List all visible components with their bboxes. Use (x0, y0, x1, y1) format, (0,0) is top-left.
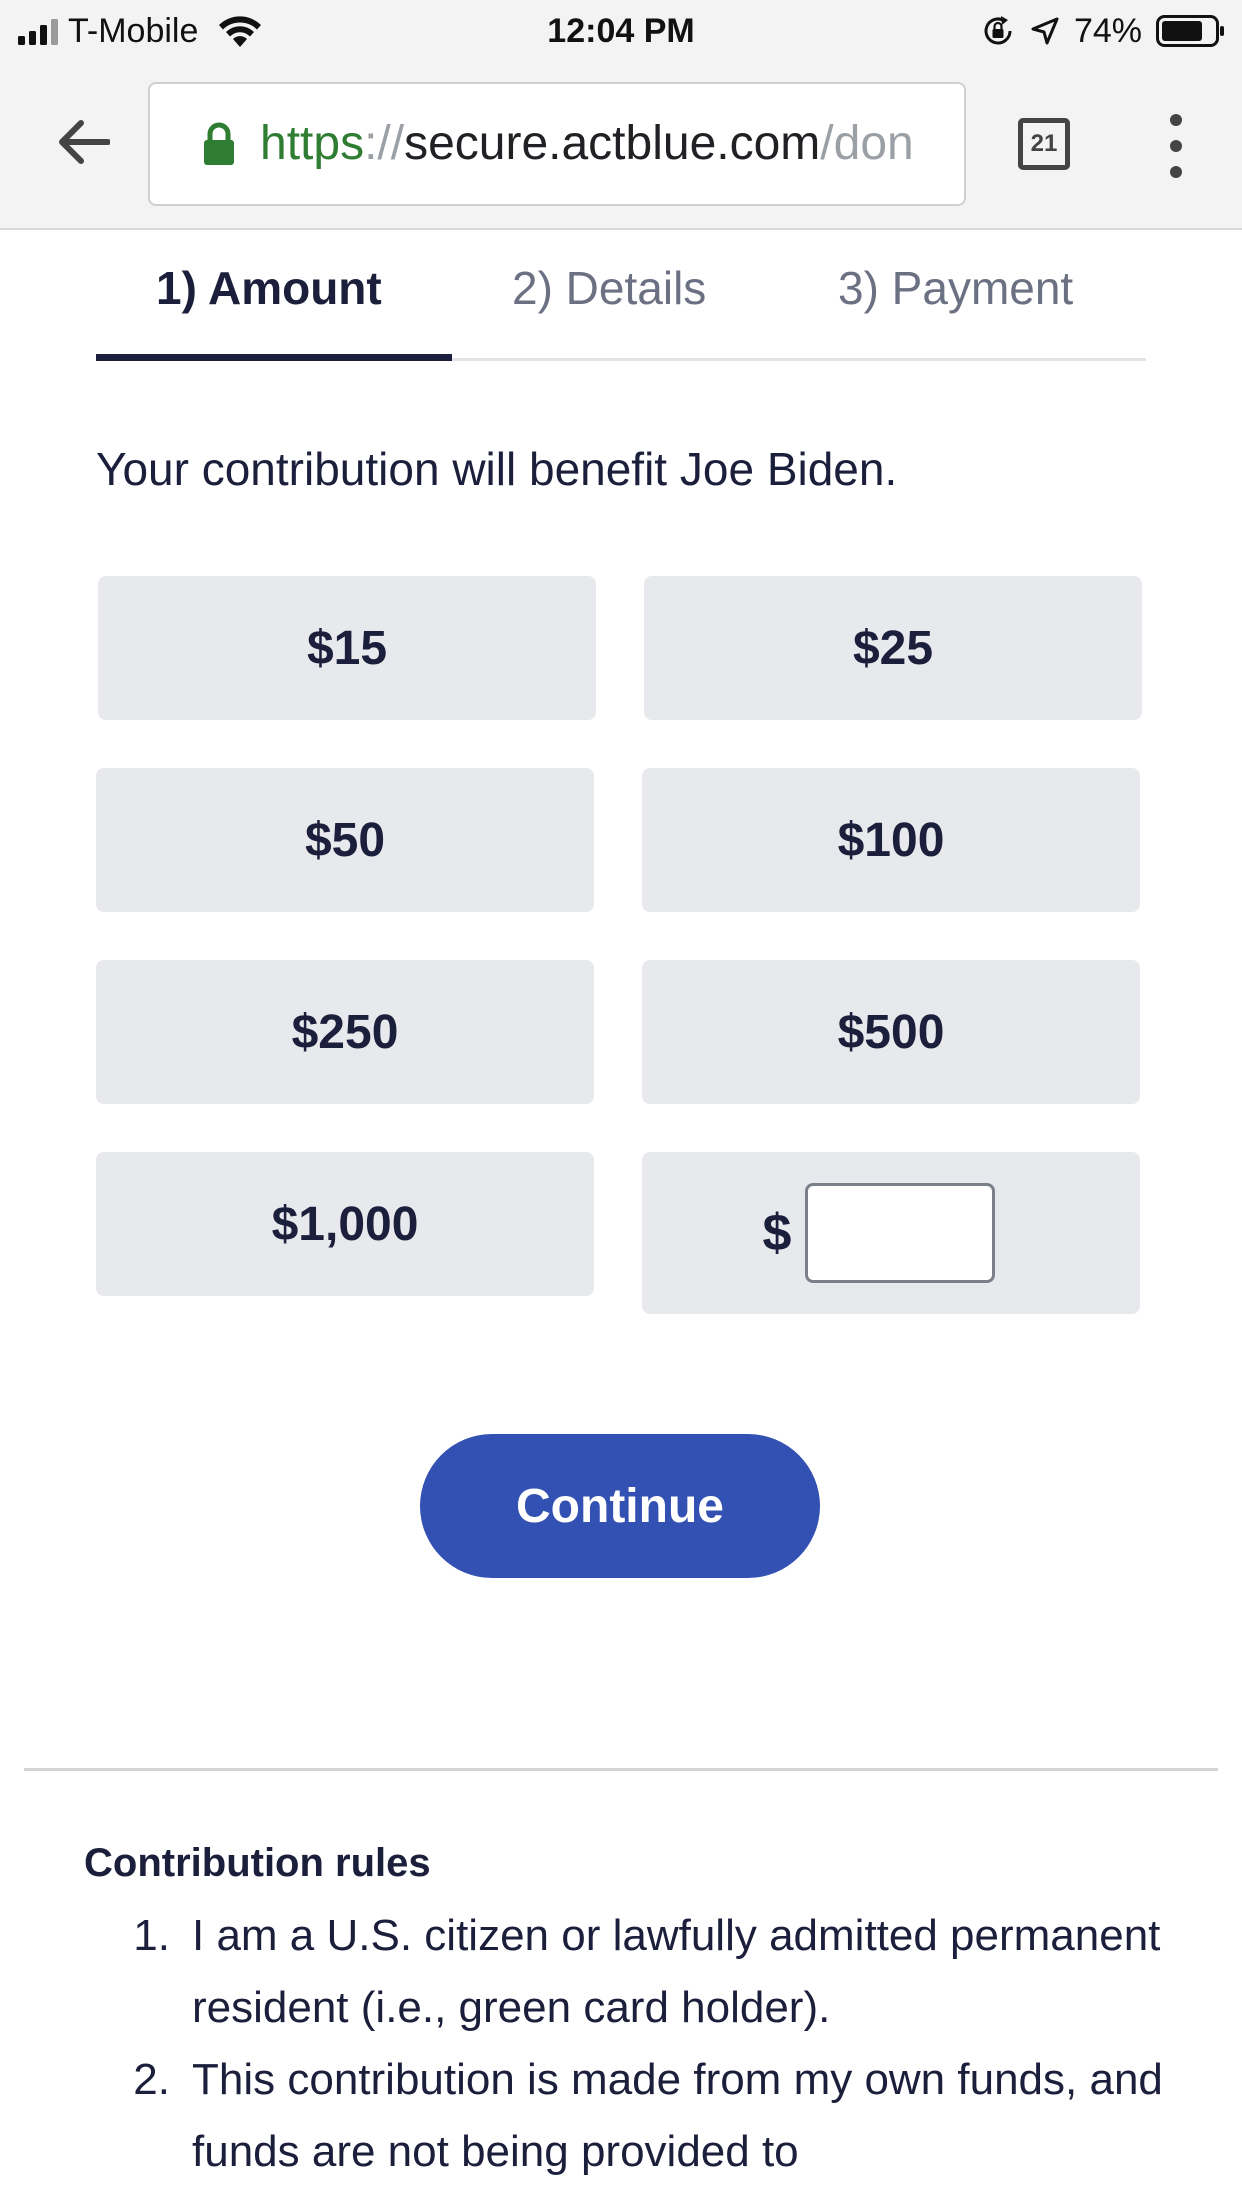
browser-toolbar: https://secure.actblue.com/don 21 (0, 62, 1242, 230)
active-tab-indicator (96, 354, 452, 361)
tab-switcher-button[interactable]: 21 (1018, 118, 1070, 170)
amount-button-50[interactable]: $50 (96, 768, 594, 912)
location-icon (1031, 17, 1059, 45)
address-bar[interactable]: https://secure.actblue.com/don (148, 82, 966, 206)
url-scheme: https (260, 117, 365, 170)
tab-payment[interactable]: 3) Payment (838, 260, 1073, 316)
donation-steps: 1) Amount 2) Details 3) Payment (96, 228, 1146, 361)
custom-amount-input[interactable] (805, 1183, 996, 1283)
battery-icon (1156, 15, 1224, 47)
status-right: 74% (980, 10, 1226, 52)
amount-button-25[interactable]: $25 (644, 576, 1142, 720)
rules-list: 1. I am a U.S. citizen or lawfully admit… (84, 1900, 1194, 2188)
arrow-left-icon (59, 120, 110, 164)
amount-button-250[interactable]: $250 (96, 960, 594, 1104)
amount-button-1000[interactable]: $1,000 (96, 1152, 594, 1296)
rule-item: 2. This contribution is made from my own… (84, 2044, 1194, 2188)
url-path: /don (820, 117, 914, 170)
continue-button[interactable]: Continue (420, 1434, 820, 1578)
benefit-text: Your contribution will benefit Joe Biden… (96, 443, 898, 495)
currency-symbol: $ (762, 1204, 792, 1262)
amount-button-15[interactable]: $15 (98, 576, 596, 720)
tab-amount[interactable]: 1) Amount (156, 260, 382, 316)
menu-dot-icon (1170, 114, 1182, 126)
section-divider (24, 1768, 1218, 1771)
custom-amount-box: $ (642, 1152, 1140, 1314)
rules-title: Contribution rules (84, 1841, 431, 1885)
battery-percent: 74% (1073, 11, 1142, 50)
padlock-icon (204, 122, 234, 165)
menu-dot-icon (1170, 166, 1182, 178)
rule-item: 1. I am a U.S. citizen or lawfully admit… (84, 1900, 1194, 2044)
menu-dot-icon (1170, 140, 1182, 152)
rule-text: I am a U.S. citizen or lawfully admitted… (192, 1911, 1161, 2032)
amount-button-100[interactable]: $100 (642, 768, 1140, 912)
rule-text: This contribution is made from my own fu… (192, 2055, 1163, 2176)
url-separator: :// (364, 117, 405, 170)
status-bar: T-Mobile 12:04 PM 74% (0, 0, 1242, 62)
tab-details[interactable]: 2) Details (512, 260, 706, 316)
url-text: https://secure.actblue.com/don (260, 114, 914, 174)
overflow-menu-button[interactable] (1160, 114, 1192, 178)
rotation-lock-icon (984, 16, 1012, 45)
rule-number: 1. (133, 1911, 170, 1960)
amount-button-500[interactable]: $500 (642, 960, 1140, 1104)
back-button[interactable] (52, 110, 116, 174)
rule-number: 2. (133, 2055, 170, 2104)
url-host: secure.actblue.com (404, 117, 821, 170)
